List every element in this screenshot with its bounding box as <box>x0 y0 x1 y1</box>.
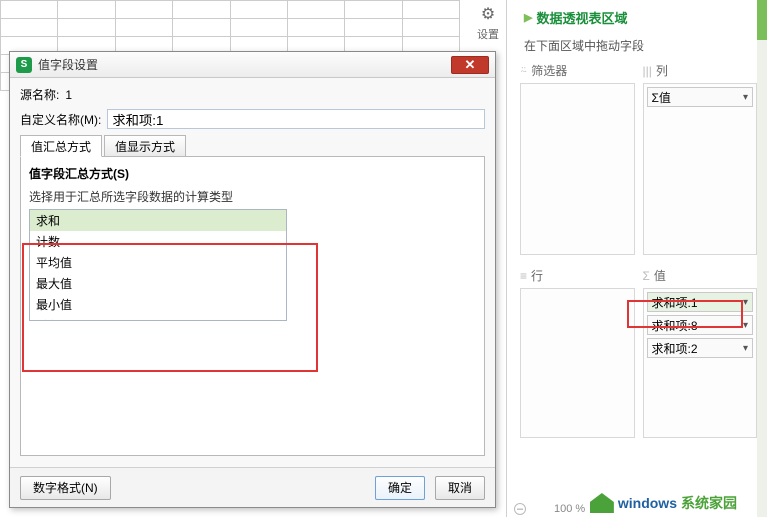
watermark-text2: 系统家园 <box>681 493 737 513</box>
triangle-icon: ▶ <box>524 11 532 24</box>
pivot-areas-panel: ▶ 数据透视表区域 在下面区域中拖动字段 ⍨ 筛选器 ||| 列 Σ值 ▾ <box>510 0 767 517</box>
watermark-logo: windows系统家园 <box>590 493 737 513</box>
chevron-down-icon: ▾ <box>743 320 748 331</box>
panel-title: ▶ 数据透视表区域 <box>524 8 757 27</box>
column-field-label: Σ值 <box>652 89 671 106</box>
values-label: 值 <box>654 267 666 284</box>
watermark-text1: windows <box>618 495 677 511</box>
vertical-divider <box>506 0 507 517</box>
columns-icon: ||| <box>643 64 652 78</box>
list-item[interactable]: 最小值 <box>30 294 286 315</box>
zoom-out-icon[interactable]: – <box>514 503 526 515</box>
filters-header: ⍨ 筛选器 <box>520 62 635 79</box>
section-title: 值字段汇总方式(S) <box>29 165 476 182</box>
wps-logo-icon: S <box>16 57 32 73</box>
columns-dropzone[interactable]: Σ值 ▾ <box>643 83 758 255</box>
rows-label: 行 <box>531 267 543 284</box>
zoom-control[interactable]: – 100 % <box>514 503 585 515</box>
filters-label: 筛选器 <box>531 62 567 79</box>
panel-title-text: 数据透视表区域 <box>536 8 627 27</box>
tab-summary-method[interactable]: 值汇总方式 <box>20 135 102 157</box>
settings-label: 设置 <box>474 26 502 42</box>
dialog-title: 值字段设置 <box>38 56 98 73</box>
number-format-button[interactable]: 数字格式(N) <box>20 476 111 500</box>
house-icon <box>590 493 614 513</box>
value-field-label: 求和项:8 <box>652 317 698 334</box>
column-field-item[interactable]: Σ值 ▾ <box>647 87 754 107</box>
values-header: Σ 值 <box>643 267 758 284</box>
list-item[interactable]: 最大值 <box>30 273 286 294</box>
list-item[interactable]: 计数 <box>30 231 286 252</box>
values-dropzone[interactable]: 求和项:1 ▾ 求和项:8 ▾ 求和项:2 ▾ <box>643 288 758 438</box>
source-name-value: 1 <box>65 88 72 102</box>
rows-header: ≡ 行 <box>520 267 635 284</box>
gear-icon: ⚙ <box>474 4 502 24</box>
chevron-down-icon: ▾ <box>743 297 748 308</box>
settings-button[interactable]: ⚙ 设置 <box>474 4 502 42</box>
columns-header: ||| 列 <box>643 62 758 79</box>
scrollbar-thumb[interactable] <box>757 0 767 40</box>
custom-name-label: 自定义名称(M): <box>20 111 101 128</box>
value-field-item[interactable]: 求和项:8 ▾ <box>647 315 754 335</box>
list-item[interactable]: 求和 <box>30 210 286 231</box>
value-field-item[interactable]: 求和项:1 ▾ <box>647 292 754 312</box>
value-field-label: 求和项:1 <box>652 294 698 311</box>
custom-name-input[interactable] <box>107 109 485 129</box>
columns-label: 列 <box>656 62 668 79</box>
sigma-icon: Σ <box>643 269 650 283</box>
filters-dropzone[interactable] <box>520 83 635 255</box>
dialog-footer: 数字格式(N) 确定 取消 <box>10 467 495 507</box>
value-field-settings-dialog: S 值字段设置 ✕ 源名称: 1 自定义名称(M): 值汇总方式 值显示方式 值… <box>9 51 496 508</box>
ok-button[interactable]: 确定 <box>375 476 425 500</box>
rows-icon: ≡ <box>520 269 527 283</box>
tab-label: 值显示方式 <box>115 138 175 155</box>
list-item[interactable]: 平均值 <box>30 252 286 273</box>
source-name-label: 源名称: <box>20 86 59 103</box>
section-subtitle: 选择用于汇总所选字段数据的计算类型 <box>29 188 476 205</box>
list-item[interactable]: 乘积 <box>30 315 286 321</box>
right-scrollbar[interactable] <box>757 0 767 517</box>
tab-content: 值字段汇总方式(S) 选择用于汇总所选字段数据的计算类型 求和 计数 平均值 最… <box>20 156 485 456</box>
chevron-down-icon: ▾ <box>743 92 748 103</box>
dialog-titlebar[interactable]: S 值字段设置 ✕ <box>10 52 495 78</box>
tab-label: 值汇总方式 <box>31 138 91 155</box>
filter-icon: ⍨ <box>520 63 527 78</box>
zoom-percent: 100 % <box>554 503 585 515</box>
value-field-label: 求和项:2 <box>652 340 698 357</box>
value-field-item[interactable]: 求和项:2 ▾ <box>647 338 754 358</box>
chevron-down-icon: ▾ <box>743 343 748 354</box>
calc-type-listbox[interactable]: 求和 计数 平均值 最大值 最小值 乘积 <box>29 209 287 321</box>
cancel-button[interactable]: 取消 <box>435 476 485 500</box>
panel-subtitle: 在下面区域中拖动字段 <box>524 37 757 54</box>
close-icon: ✕ <box>465 57 476 73</box>
rows-dropzone[interactable] <box>520 288 635 438</box>
tab-display-method[interactable]: 值显示方式 <box>104 135 186 157</box>
close-button[interactable]: ✕ <box>451 56 489 74</box>
